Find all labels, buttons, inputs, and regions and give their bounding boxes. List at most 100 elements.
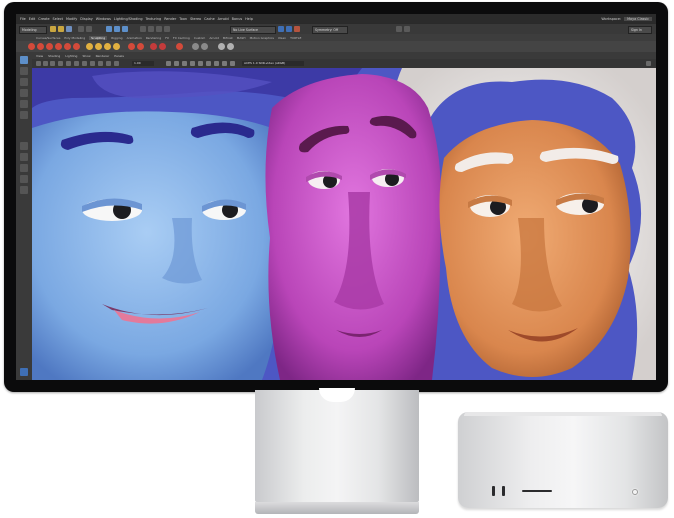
isolate-select-icon[interactable] [230,61,235,66]
menu-select[interactable]: Select [53,17,63,21]
shelf-tab-animation[interactable]: Animation [127,36,142,40]
rotate-tool-icon[interactable] [20,100,28,108]
snap-grid-icon[interactable] [140,26,146,32]
paint-select-tool-icon[interactable] [20,78,28,86]
single-perspective-layout-icon[interactable] [20,142,28,150]
shelf-tab-poly-modeling[interactable]: Poly Modeling [64,36,85,40]
shelf-tab-rendering[interactable]: Rendering [146,36,161,40]
menu-toon[interactable]: Toon [179,17,187,21]
camera-attributes-icon[interactable] [43,61,48,66]
menu-windows[interactable]: Windows [96,17,111,21]
pinch-brush-icon[interactable] [64,43,71,50]
scrape-brush-icon[interactable] [137,43,144,50]
snap-view-icon[interactable] [164,26,170,32]
shelf-tab-fx-caching[interactable]: FX Caching [173,36,190,40]
fill-brush-icon[interactable] [150,43,157,50]
spray-brush-icon[interactable] [95,43,102,50]
menu-bonus[interactable]: Bonus [232,17,242,21]
scale-tool-icon[interactable] [20,111,28,119]
camera-value-field[interactable]: 1.00 [132,61,154,66]
select-by-object-icon[interactable] [114,26,120,32]
undo-icon[interactable] [78,26,84,32]
select-camera-icon[interactable] [36,61,41,66]
panel-menu-view[interactable]: View [36,54,43,58]
repeat-brush-icon[interactable] [104,43,111,50]
shelf-tab-bifrost[interactable]: Bifrost [223,36,233,40]
wireframe-icon[interactable] [166,61,171,66]
snap-curve-icon[interactable] [148,26,154,32]
panel-menu-lighting[interactable]: Lighting [65,54,77,58]
toggle-attribute-editor-icon[interactable] [396,26,402,32]
shelf-tab-rigging[interactable]: Rigging [111,36,122,40]
resolution-gate-icon[interactable] [82,61,87,66]
lasso-tool-icon[interactable] [20,67,28,75]
anti-aliasing-icon[interactable] [214,61,219,66]
help-icon[interactable] [227,43,234,50]
menu-lighting-shading[interactable]: Lighting/Shading [114,17,143,21]
move-tool-icon[interactable] [20,89,28,97]
search-icon[interactable] [20,186,28,194]
live-surface-field[interactable]: No Live Surface [230,26,276,34]
foamy-brush-icon[interactable] [86,43,93,50]
menu-stereo[interactable]: Stereo [190,17,201,21]
lights-icon[interactable] [190,61,195,66]
textured-icon[interactable] [182,61,187,66]
grab-brush-icon[interactable] [55,43,62,50]
new-scene-icon[interactable] [50,26,56,32]
smooth-brush-icon[interactable] [37,43,44,50]
xray-icon[interactable] [222,61,227,66]
safe-title-icon[interactable] [114,61,119,66]
panel-menu-show[interactable]: Show [82,54,90,58]
shelf-tab-fx[interactable]: FX [165,36,169,40]
snap-point-icon[interactable] [156,26,162,32]
side-by-side-layout-icon[interactable] [20,164,28,172]
bookmark-icon[interactable] [50,61,55,66]
wax-brush-icon[interactable] [128,43,135,50]
shelf-tab-curves[interactable]: Curves/Surfaces [36,36,60,40]
shelf-tab-turtle[interactable]: TURTLE [290,36,301,40]
viewport-3d[interactable] [32,68,656,380]
shelf-tab-custom[interactable]: Custom [194,36,206,40]
toggle-tool-settings-icon[interactable] [404,26,410,32]
workspace-dropdown[interactable]: Maya Classic [624,16,652,21]
shelf-tab-xgen[interactable]: XGen [278,36,286,40]
sign-in-button[interactable]: Sign In [628,26,652,34]
render-settings-icon[interactable] [294,26,300,32]
color-space-field[interactable]: ACES 1.0 SDR-video (sRGB) [242,61,304,66]
menu-edit[interactable]: Edit [29,17,36,21]
save-scene-icon[interactable] [66,26,72,32]
shelf-tab-arnold[interactable]: Arnold [209,36,219,40]
menu-help[interactable]: Help [245,17,253,21]
field-chart-icon[interactable] [98,61,103,66]
mode-dropdown[interactable]: Modeling [19,26,47,34]
freeze-brush-icon[interactable] [192,43,199,50]
sculpt-brush-icon[interactable] [28,43,35,50]
shelf-tab-motion-graphics[interactable]: Motion Graphics [250,36,274,40]
menu-texturing[interactable]: Texturing [146,17,162,21]
menu-modify[interactable]: Modify [66,17,77,21]
menu-cache[interactable]: Cache [204,17,215,21]
shadows-icon[interactable] [198,61,203,66]
shelf-tab-mash[interactable]: MASH [237,36,246,40]
relax-brush-icon[interactable] [46,43,53,50]
select-by-hierarchy-icon[interactable] [106,26,112,32]
open-scene-icon[interactable] [58,26,64,32]
safe-action-icon[interactable] [106,61,111,66]
mask-brush-icon[interactable] [176,43,183,50]
panel-menu-shading[interactable]: Shading [48,54,60,58]
smooth-shade-icon[interactable] [174,61,179,66]
imprint-brush-icon[interactable] [113,43,120,50]
menu-display[interactable]: Display [80,17,93,21]
sculpt-settings-icon[interactable] [218,43,225,50]
four-view-layout-icon[interactable] [20,153,28,161]
erase-brush-icon[interactable] [201,43,208,50]
menu-file[interactable]: File [20,17,26,21]
outliner-layout-icon[interactable] [20,175,28,183]
panel-menu-panels[interactable]: Panels [114,54,124,58]
redo-icon[interactable] [86,26,92,32]
image-plane-icon[interactable] [58,61,63,66]
flatten-brush-icon[interactable] [73,43,80,50]
menu-render[interactable]: Render [164,17,176,21]
shelf-tab-sculpting[interactable]: Sculpting [89,35,108,40]
panel-layout-icon[interactable] [646,61,651,66]
